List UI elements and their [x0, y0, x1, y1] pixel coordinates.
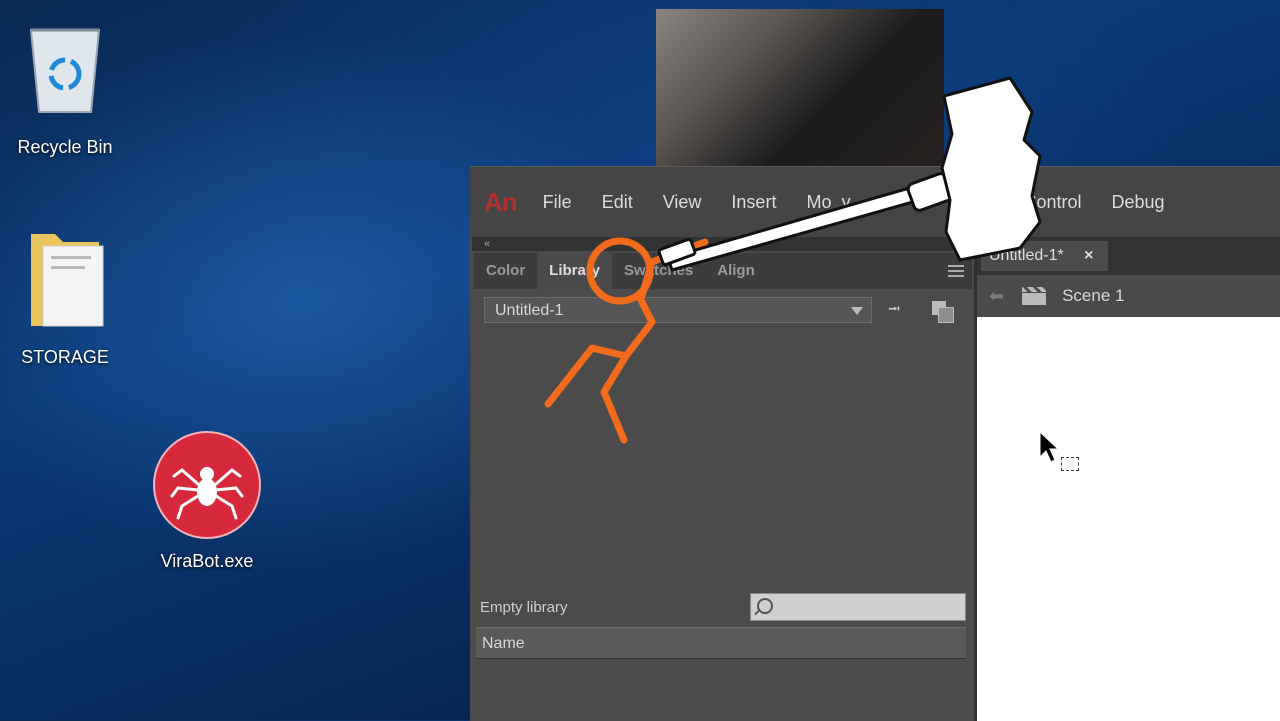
- hammer-icon: [657, 76, 1042, 272]
- drawing-overlay: [544, 76, 1042, 444]
- stick-figure: [544, 237, 709, 444]
